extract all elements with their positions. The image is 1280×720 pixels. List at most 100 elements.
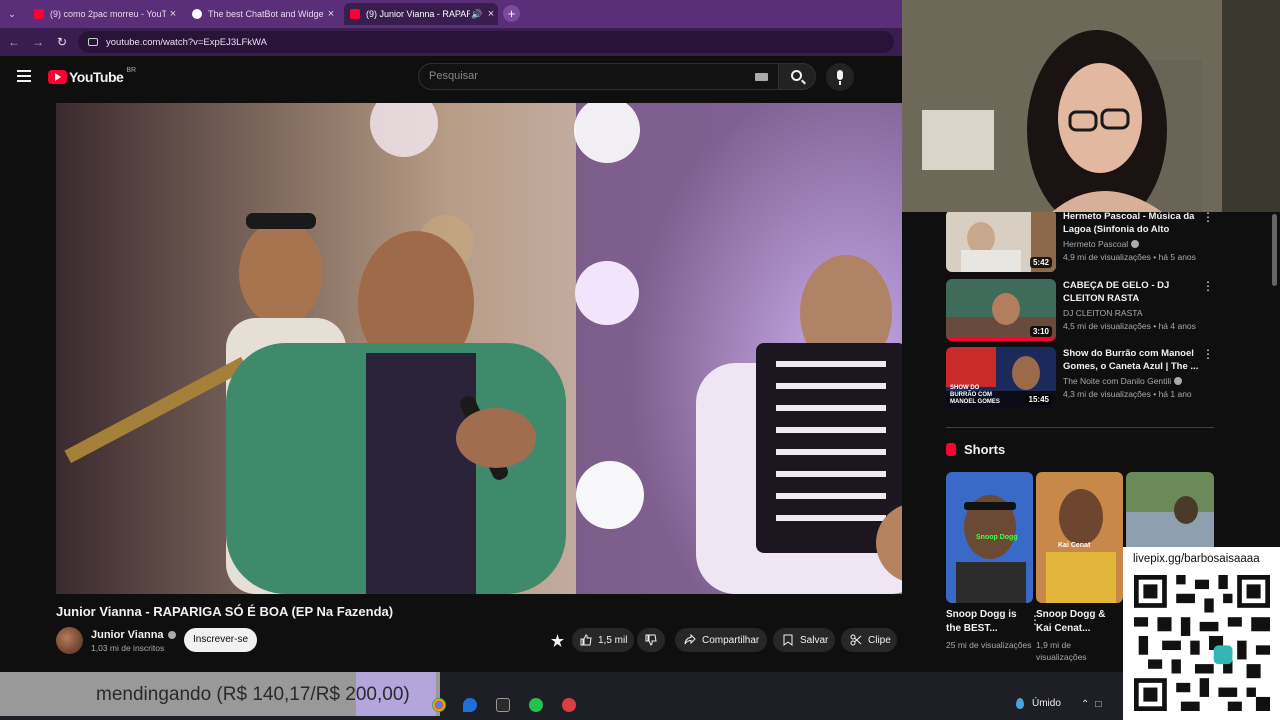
short-caption: Snoop Dogg	[976, 534, 1018, 541]
mic-icon	[837, 70, 843, 80]
short-caption: Kai Cenat	[1058, 542, 1091, 549]
recommended-video[interactable]: 3:10 CABEÇA DE GELO - DJ CLEITON RASTA D…	[946, 279, 1216, 343]
short-item[interactable]: Kai Cenat Snoop Dogg & Kai Cenat... 1,9 …	[1036, 472, 1131, 663]
youtube-header: YouTube BR	[0, 56, 902, 100]
short-title[interactable]: Snoop Dogg & Kai Cenat...	[1036, 608, 1123, 636]
address-bar-row: ← → ↻ youtube.com/watch?v=ExpEJ3LFkWA	[0, 28, 902, 56]
video-player[interactable]	[56, 103, 930, 594]
short-item[interactable]: Snoop Dogg Snoop Dogg is the BEST... 25 …	[946, 472, 1041, 651]
recommended-views: 4,5 mi de visualizações • há 4 anos	[1063, 321, 1196, 331]
close-tab-icon[interactable]: ×	[166, 8, 180, 20]
region-code: BR	[126, 66, 137, 74]
tab-title: (9) Junior Vianna - RAPARIGA	[366, 9, 470, 19]
short-views: 1,9 mi de visualizações	[1036, 640, 1087, 662]
system-tray[interactable]: ⌃□	[1081, 699, 1107, 710]
video-title: Junior Vianna - RAPARIGA SÓ É BOA (EP Na…	[56, 604, 394, 619]
forward-icon[interactable]: →	[30, 34, 46, 50]
thumbs-up-icon	[580, 634, 592, 646]
shorts-header: Shorts	[946, 442, 1005, 457]
scroll-thumb[interactable]	[1272, 214, 1277, 286]
video-thumbnail[interactable]: 3:10	[946, 279, 1056, 341]
bot-icon	[192, 9, 202, 19]
chrome-icon[interactable]	[432, 698, 446, 712]
tab-search-icon[interactable]: ⌄	[4, 6, 20, 22]
search-input[interactable]	[429, 70, 729, 82]
back-icon[interactable]: ←	[6, 34, 22, 50]
bookmark-icon	[782, 634, 794, 646]
youtube-icon	[350, 9, 360, 19]
site-info-icon[interactable]	[88, 38, 98, 46]
share-label: Compartilhar	[702, 634, 760, 646]
app-icon[interactable]	[529, 698, 543, 712]
browser-tab-active[interactable]: (9) Junior Vianna - RAPARIGA 🔊 ×	[344, 3, 498, 25]
url-text: youtube.com/watch?v=ExpEJ3LFkWA	[106, 36, 267, 48]
recommended-views: 4,9 mi de visualizações • há 5 anos	[1063, 252, 1196, 262]
share-button[interactable]: Compartilhar	[675, 628, 767, 652]
short-thumbnail[interactable]: Snoop Dogg	[946, 472, 1033, 603]
app-icon[interactable]	[463, 698, 477, 712]
thumbnail-banner-text: SHOW DO BURRÃO COM MANOEL GOMES	[950, 385, 1000, 405]
search-box[interactable]	[418, 63, 779, 90]
browser-tab[interactable]: (9) como 2pac morreu - YouTube ×	[28, 3, 180, 25]
browser-tab[interactable]: The best ChatBot and Widgets ×	[186, 3, 338, 25]
sidebar-scrollbar[interactable]	[1270, 212, 1280, 552]
thumbs-down-icon	[645, 634, 657, 646]
clip-label: Clipe	[868, 634, 891, 646]
shorts-icon	[946, 443, 956, 456]
channel-name[interactable]: Junior Vianna	[91, 629, 176, 641]
save-label: Salvar	[800, 634, 829, 646]
recommended-channel[interactable]: Hermeto Pascoal	[1063, 239, 1128, 249]
taskbar: mendingando (R$ 140,17/R$ 200,00) Úmido …	[0, 672, 1123, 720]
new-tab-button[interactable]: +	[503, 5, 520, 22]
close-tab-icon[interactable]: ×	[324, 8, 338, 20]
epic-games-icon[interactable]	[496, 698, 510, 712]
recommended-views: 4,3 mi de visualizações • há 1 ano	[1063, 389, 1192, 399]
video-frame	[56, 103, 930, 594]
youtube-icon	[34, 9, 44, 19]
livepix-qr-panel: livepix.gg/barbosaisaaaa	[1123, 547, 1280, 720]
like-button[interactable]: 1,5 mil	[572, 628, 634, 652]
keyboard-icon[interactable]	[755, 73, 768, 81]
youtube-logo[interactable]: YouTube BR	[48, 66, 137, 85]
recommended-video[interactable]: 5:42 Hermeto Pascoal - Música da Lagoa (…	[946, 210, 1216, 274]
subscribe-button[interactable]: Inscrever-se	[184, 628, 257, 652]
qr-code	[1134, 575, 1270, 711]
more-vert-icon[interactable]: ⋮	[1202, 279, 1214, 293]
more-vert-icon[interactable]: ⋮	[1202, 347, 1214, 361]
hype-icon[interactable]	[550, 633, 565, 648]
close-tab-icon[interactable]: ×	[484, 8, 498, 20]
video-thumbnail[interactable]: 5:42	[946, 210, 1056, 272]
tab-title: (9) como 2pac morreu - YouTube	[50, 9, 166, 19]
recommended-title[interactable]: Show do Burrão com Manoel Gomes, o Canet…	[1063, 347, 1203, 373]
reload-icon[interactable]: ↻	[54, 34, 70, 50]
dislike-button[interactable]	[637, 628, 665, 652]
voice-search-button[interactable]	[826, 63, 854, 91]
divider	[946, 427, 1214, 428]
humidity-icon	[1016, 698, 1024, 709]
recommended-title[interactable]: Hermeto Pascoal - Música da Lagoa (Sinfo…	[1063, 210, 1203, 236]
short-title[interactable]: Snoop Dogg is the BEST...	[946, 608, 1033, 636]
more-vert-icon[interactable]: ⋮	[1202, 210, 1214, 224]
verified-icon	[1174, 377, 1183, 385]
hamburger-menu-icon[interactable]	[17, 70, 31, 82]
verified-icon	[1131, 240, 1140, 248]
url-field[interactable]: youtube.com/watch?v=ExpEJ3LFkWA	[78, 31, 894, 53]
clip-button[interactable]: Clipe	[841, 628, 897, 652]
audio-icon[interactable]: 🔊	[470, 9, 484, 20]
save-button[interactable]: Salvar	[773, 628, 835, 652]
weather-widget[interactable]: Úmido	[1016, 698, 1061, 709]
recommended-channel[interactable]: The Noite com Danilo Gentili	[1063, 376, 1171, 386]
recommended-title[interactable]: CABEÇA DE GELO - DJ CLEITON RASTA	[1063, 279, 1203, 305]
recommended-channel[interactable]: DJ CLEITON RASTA	[1063, 308, 1143, 318]
recommended-video[interactable]: SHOW DO BURRÃO COM MANOEL GOMES 15:45 Sh…	[946, 347, 1216, 411]
app-icon[interactable]	[562, 698, 576, 712]
verified-icon	[167, 631, 176, 639]
livepix-link: livepix.gg/barbosaisaaaa	[1133, 553, 1260, 565]
webcam-overlay	[902, 0, 1280, 212]
search-button[interactable]	[778, 63, 816, 90]
donation-goal-text: mendingando (R$ 140,17/R$ 200,00)	[96, 684, 410, 705]
short-thumbnail[interactable]: Kai Cenat	[1036, 472, 1123, 603]
channel-avatar[interactable]	[56, 627, 83, 654]
video-thumbnail[interactable]: SHOW DO BURRÃO COM MANOEL GOMES 15:45	[946, 347, 1056, 409]
share-icon	[684, 633, 696, 646]
